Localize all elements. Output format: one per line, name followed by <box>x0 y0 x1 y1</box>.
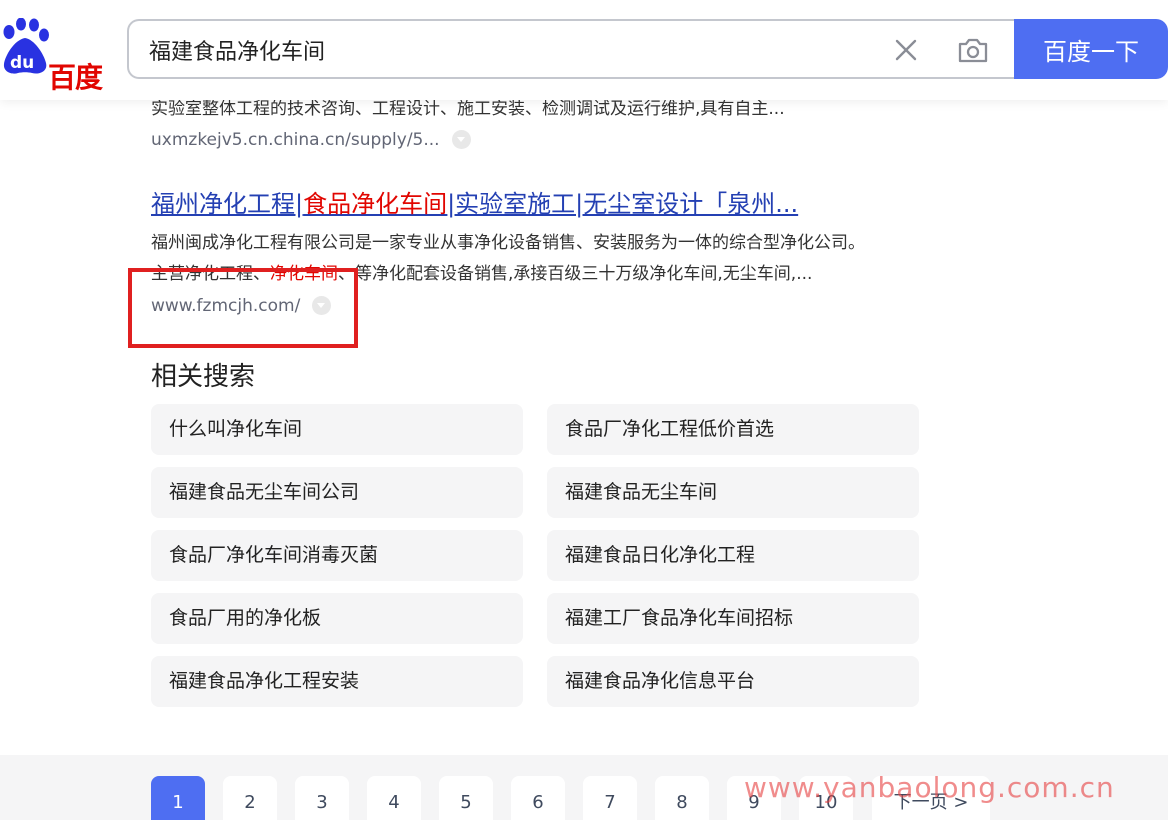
result-title-part[interactable]: 福州净化工程| <box>151 190 303 218</box>
result-title-link[interactable]: 福州净化工程|食品净化车间|实验室施工|无尘室设计「泉州... <box>151 184 798 219</box>
related-searches-title: 相关搜索 <box>151 362 256 392</box>
related-search-item[interactable]: 什么叫净化车间 <box>151 404 523 455</box>
related-search-item[interactable]: 福建食品净化信息平台 <box>547 656 919 707</box>
page-button-1[interactable]: 1 <box>151 776 205 820</box>
page-button-4[interactable]: 4 <box>367 776 421 820</box>
annotation-highlight-box <box>128 268 358 348</box>
result-title-highlight[interactable]: 食品净化车间 <box>303 190 447 218</box>
related-search-item[interactable]: 食品厂净化车间消毒灭菌 <box>151 530 523 581</box>
related-search-item[interactable]: 福建食品无尘车间公司 <box>151 467 523 518</box>
page-button-3[interactable]: 3 <box>295 776 349 820</box>
baidu-paw-icon: du <box>3 18 49 74</box>
page-button-5[interactable]: 5 <box>439 776 493 820</box>
result-url[interactable]: uxmzkejv5.cn.china.cn/supply/5... <box>151 129 471 150</box>
close-icon[interactable] <box>892 36 920 64</box>
result-title-part[interactable]: |实验室施工|无尘室设计「泉州... <box>447 190 798 218</box>
chevron-down-icon[interactable] <box>451 129 471 149</box>
related-search-item[interactable]: 福建食品无尘车间 <box>547 467 919 518</box>
page-button-2[interactable]: 2 <box>223 776 277 820</box>
search-button[interactable]: 百度一下 <box>1014 19 1168 79</box>
result-url-text[interactable]: uxmzkejv5.cn.china.cn/supply/5... <box>151 130 440 150</box>
watermark-text: www.yanbaolong.com.cn <box>744 771 1115 804</box>
related-search-item[interactable]: 福建食品净化工程安装 <box>151 656 523 707</box>
page-button-6[interactable]: 6 <box>511 776 565 820</box>
result-description-text: 、等净化配套设备销售,承接百级三十万级净化车间,无尘车间,... <box>338 264 813 284</box>
camera-icon[interactable] <box>956 35 990 65</box>
related-search-item[interactable]: 食品厂净化工程低价首选 <box>547 404 919 455</box>
search-results-page: 实验室整体工程的技术咨询、工程设计、施工安装、检测调试及运行维护,具有自主...… <box>0 0 1168 820</box>
page-button-7[interactable]: 7 <box>583 776 637 820</box>
result-description: 福州闽成净化工程有限公司是一家专业从事净化设备销售、安装服务为一体的综合型净化公… <box>151 233 865 253</box>
related-search-item[interactable]: 福建食品日化净化工程 <box>547 530 919 581</box>
related-search-item[interactable]: 福建工厂食品净化车间招标 <box>547 593 919 644</box>
baidu-logo[interactable]: du 百度 <box>0 18 110 94</box>
related-search-item[interactable]: 食品厂用的净化板 <box>151 593 523 644</box>
logo-text: 百度 <box>48 61 103 94</box>
svg-text:du: du <box>10 53 34 73</box>
page-button-8[interactable]: 8 <box>655 776 709 820</box>
search-header: du 百度 百度一下 <box>0 0 1168 100</box>
search-box[interactable] <box>127 19 1017 79</box>
search-input[interactable] <box>149 33 869 67</box>
